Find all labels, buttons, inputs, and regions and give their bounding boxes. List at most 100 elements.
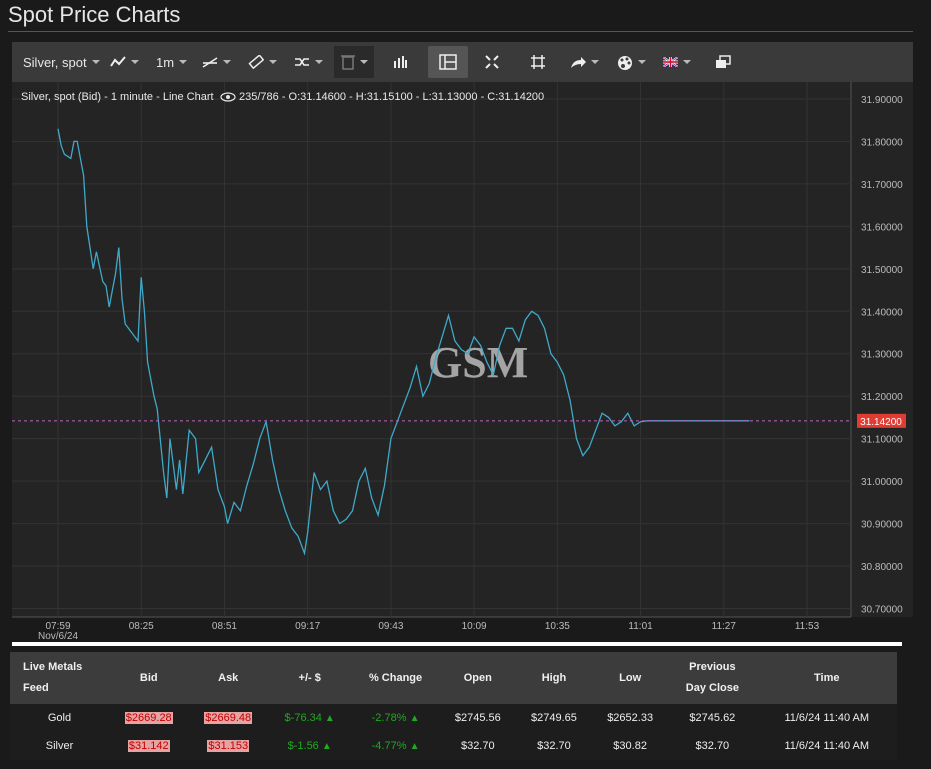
low-cell: $30.82: [613, 740, 647, 752]
y-tick-label: 31.70000: [861, 180, 903, 191]
chevron-down-icon: [223, 60, 231, 64]
chevron-down-icon: [179, 60, 188, 64]
chart-header-label: Silver, spot (Bid) - 1 minute - Line Cha…: [21, 91, 214, 103]
x-tick-label: 11:01: [628, 621, 653, 632]
window-icon: [716, 55, 731, 68]
y-tick-label: 31.80000: [861, 137, 903, 148]
price-tag-label: 31.14200: [860, 417, 902, 428]
symbol-selector[interactable]: Silver, spot: [23, 46, 100, 78]
line-chart-icon: [110, 56, 126, 67]
y-tick-label: 31.60000: [861, 222, 903, 233]
prev-cell: $32.70: [695, 740, 730, 752]
col-header: +/- $: [298, 671, 321, 684]
high-cell: $32.70: [537, 740, 571, 752]
volume-icon: [394, 56, 407, 68]
high-cell: $2749.65: [531, 712, 577, 724]
share-icon: [571, 57, 586, 68]
fit-icon: [531, 55, 545, 69]
chevron-down-icon: [683, 60, 691, 64]
drawing-tools-button[interactable]: [202, 46, 231, 78]
chevron-down-icon: [638, 60, 646, 64]
x-date-label: Nov/6/24: [38, 631, 78, 642]
interval-selector[interactable]: 1m: [156, 46, 188, 78]
bid-cell: $31.142: [127, 740, 170, 752]
arrow-up-icon: ▲: [321, 741, 332, 752]
y-tick-label: 31.30000: [861, 350, 903, 361]
y-tick-label: 31.10000: [861, 435, 903, 446]
volume-button[interactable]: [393, 46, 407, 78]
share-button[interactable]: [570, 46, 599, 78]
compare-button[interactable]: [294, 46, 323, 78]
chart-type-selector[interactable]: [110, 46, 139, 78]
interval-label: 1m: [156, 54, 175, 70]
col-header: Low: [619, 671, 642, 684]
flag-uk-icon: [663, 57, 678, 67]
col-header: Previous Day Close: [685, 661, 739, 694]
open-cell: $2745.56: [454, 712, 501, 724]
x-tick-label: 08:51: [212, 621, 237, 632]
fit-button[interactable]: [531, 46, 545, 78]
chart-area[interactable]: 31.90000 31.80000 31.70000 31.60000 31.50000…: [12, 82, 913, 642]
chevron-down-icon: [91, 60, 100, 64]
popout-button[interactable]: [715, 46, 731, 78]
layout-button[interactable]: [428, 46, 468, 78]
theme-button[interactable]: [617, 46, 646, 78]
y-tick-label: 30.90000: [861, 520, 903, 531]
symbol-label: Silver, spot: [23, 54, 87, 70]
y-tick-label: 31.20000: [861, 392, 903, 403]
chevron-down-icon: [359, 60, 368, 64]
time-cell: 11/6/24 11:40 AM: [784, 712, 870, 724]
change-cell: $-1.56 ▲: [287, 740, 332, 752]
fullscreen-button[interactable]: [485, 46, 499, 78]
y-tick-label: 31.90000: [861, 95, 903, 106]
table-row[interactable]: Silver $31.142 $31.153 $-1.56 ▲ -4.77% ▲…: [10, 732, 897, 760]
x-tick-label: 09:43: [378, 621, 403, 632]
ask-cell: $31.153: [207, 740, 250, 752]
y-tick-label: 30.70000: [861, 605, 903, 616]
chevron-down-icon: [269, 60, 277, 64]
ask-cell: $2669.48: [204, 712, 253, 724]
metals-table: Live Metals Feed Bid Ask +/- $ % Change O…: [10, 652, 897, 760]
y-tick-label: 31.50000: [861, 265, 903, 276]
table-header-row: Live Metals Feed Bid Ask +/- $ % Change O…: [10, 652, 897, 704]
col-header: Ask: [218, 671, 239, 684]
col-header: High: [541, 671, 567, 684]
x-tick-label: 08:25: [129, 621, 154, 632]
col-header: % Change: [368, 671, 423, 684]
crosshair-icon: [202, 57, 218, 68]
language-button[interactable]: [663, 46, 691, 78]
pct-cell: -2.78% ▲: [371, 712, 420, 724]
open-cell: $32.70: [460, 740, 495, 752]
chevron-down-icon: [315, 60, 323, 64]
price-chart[interactable]: 31.90000 31.80000 31.70000 31.60000 31.50000…: [12, 82, 913, 642]
chevron-down-icon: [591, 60, 599, 64]
prev-cell: $2745.62: [689, 712, 736, 724]
x-axis: 07:59 08:25 08:51 09:17 09:43 10:09 10:35 11:01…: [38, 621, 820, 642]
layout-icon: [439, 54, 457, 70]
table-row[interactable]: Gold $2669.28 $2669.48 $-76.34 ▲ -2.78% …: [10, 704, 897, 732]
chart-scrollbar[interactable]: [12, 642, 902, 646]
change-cell: $-76.34 ▲: [284, 712, 335, 724]
col-header: Live Metals Feed: [23, 661, 83, 694]
x-tick-label: 10:35: [545, 621, 570, 632]
arrow-up-icon: ▲: [409, 741, 420, 752]
metal-name: Gold: [47, 712, 72, 724]
y-tick-label: 30.80000: [861, 562, 903, 573]
col-header: Time: [814, 671, 840, 684]
x-tick-label: 11:27: [712, 621, 737, 632]
arrow-up-icon: ▲: [324, 713, 335, 724]
current-price-tag: 31.14200: [857, 413, 906, 428]
trash-icon: [340, 55, 355, 70]
fullscreen-icon: [485, 55, 499, 69]
chart-header-stats: 235/786 - O:31.14600 - H:31.15100 - L:31…: [239, 91, 544, 103]
watermark-logo: GSM: [428, 338, 528, 387]
time-cell: 11/6/24 11:40 AM: [784, 740, 870, 752]
measure-button[interactable]: [248, 46, 277, 78]
bid-cell: $2669.28: [124, 712, 173, 724]
delete-button[interactable]: [334, 46, 374, 78]
low-cell: $2652.33: [607, 712, 654, 724]
x-tick-label: 10:09: [462, 621, 487, 632]
title-divider: [8, 31, 913, 32]
y-tick-label: 31.00000: [861, 477, 903, 488]
compare-icon: [295, 58, 309, 66]
